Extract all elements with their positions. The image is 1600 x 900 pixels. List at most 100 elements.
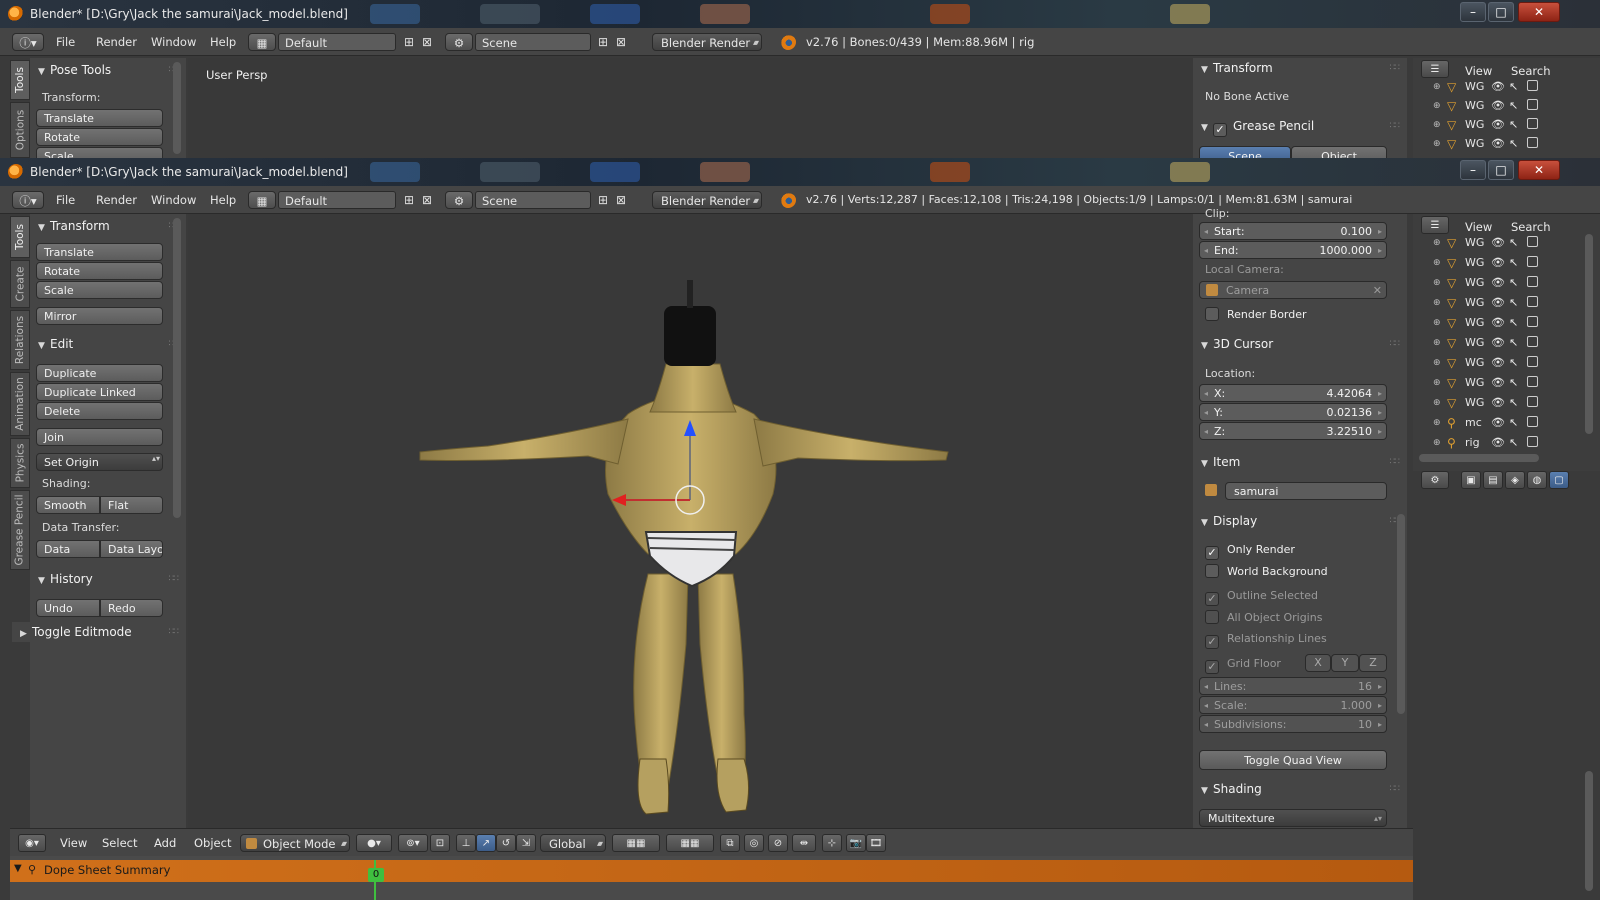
outliner-row[interactable]: ⊕ ▽ WG 👁 ↖ — [1433, 78, 1563, 96]
viewport-top[interactable]: User Persp — [188, 58, 1193, 158]
minimize-button[interactable]: – — [1460, 160, 1486, 180]
toggle-editmode-header[interactable]: ▶ Toggle Editmode ∷∷ — [12, 622, 186, 642]
tab-physics[interactable]: Physics — [10, 438, 30, 488]
pose-tools-header[interactable]: ▼Pose Tools∷∷ — [30, 60, 186, 80]
cursor-x-field[interactable]: ◂ X: 4.42064 ▸ — [1199, 384, 1387, 402]
outliner-row[interactable]: ⊕ ▽ WG 👁 ↖ — [1433, 394, 1563, 412]
edit-panel-header[interactable]: ▼Edit∷∷ — [30, 334, 186, 354]
outliner-row[interactable]: ⊕ ⚲ mc 👁 ↖ — [1433, 414, 1563, 432]
tab-animation[interactable]: Animation — [10, 372, 30, 436]
layout-field[interactable]: Default — [278, 33, 396, 51]
menu-file[interactable]: File — [56, 191, 75, 209]
outliner-editor-icon[interactable]: ☰ — [1421, 216, 1449, 234]
outliner-row[interactable]: ⊕ ▽ WG 👁 ↖ — [1433, 334, 1563, 352]
transform-panel-header[interactable]: ▼Transform∷∷ — [30, 216, 186, 236]
outliner-row[interactable]: ⊕ ▽ WG 👁 ↖ — [1433, 354, 1563, 372]
menu-select[interactable]: Select — [102, 834, 137, 852]
data-button[interactable]: Data — [36, 540, 100, 558]
relationship-lines-checkbox[interactable]: ✓ Relationship Lines — [1205, 630, 1327, 649]
maximize-button[interactable]: □ — [1488, 160, 1514, 180]
pivot-point-icon[interactable]: ⊚▾ — [398, 834, 428, 852]
cursor-y-field[interactable]: ◂ Y: 0.02136 ▸ — [1199, 403, 1387, 421]
screen-layout-icon[interactable]: ▦ — [248, 191, 276, 209]
menu-window[interactable]: Window — [151, 33, 196, 51]
scene-icon[interactable]: ⚙ — [445, 33, 473, 51]
local-camera-field[interactable]: Camera ✕ — [1199, 281, 1387, 299]
menu-object[interactable]: Object — [194, 834, 231, 852]
orientation-dropdown[interactable]: Global — [540, 834, 606, 853]
translate-button[interactable]: Translate — [36, 243, 163, 261]
grid-subdivisions-field[interactable]: ◂ Subdivisions: 10 ▸ — [1199, 715, 1387, 733]
world-tab-icon[interactable]: ◍ — [1527, 471, 1547, 489]
outline-selected-checkbox[interactable]: ✓ Outline Selected — [1205, 587, 1318, 606]
tab-tools[interactable]: Tools — [10, 216, 30, 258]
grid-floor-checkbox[interactable]: ✓ Grid Floor — [1205, 655, 1281, 674]
properties-scrollbar[interactable] — [1397, 514, 1405, 714]
grid-scale-field[interactable]: ◂ Scale: 1.000 ▸ — [1199, 696, 1387, 714]
properties-editor-scrollbar[interactable] — [1585, 771, 1593, 891]
layers-tab-icon[interactable]: ▤ — [1483, 471, 1503, 489]
rotate-button[interactable]: Rotate — [36, 128, 163, 146]
outliner-row[interactable]: ⊕ ▽ WG 👁 ↖ — [1433, 254, 1563, 272]
delete-button[interactable]: Delete — [36, 402, 163, 420]
scale-button[interactable]: Scale — [36, 147, 163, 158]
close-button[interactable]: ✕ — [1518, 2, 1560, 22]
outliner-row[interactable]: ⊕ ▽ WG 👁 ↖ — [1433, 374, 1563, 392]
data-layout-button[interactable]: Data Layo — [100, 540, 163, 558]
editor-type-info-icon[interactable]: ⓘ▾ — [12, 191, 44, 209]
clip-end-field[interactable]: ◂ End: 1000.000 ▸ — [1199, 241, 1387, 259]
tool-shelf-scrollbar[interactable] — [173, 218, 181, 518]
manipulator-icon[interactable]: ⊡ — [430, 834, 450, 852]
grease-scene-tab[interactable]: Scene — [1199, 146, 1291, 158]
snap-element-icon[interactable]: ⇹ — [792, 834, 816, 852]
tab-tools[interactable]: Tools — [10, 60, 30, 100]
snap-icon[interactable]: ⊘ — [768, 834, 788, 852]
display-panel-header[interactable]: ▼ Display ∷∷ — [1193, 511, 1407, 531]
layer-lock-icon[interactable]: ⧉ — [720, 834, 740, 852]
maximize-button[interactable]: □ — [1488, 2, 1514, 22]
grid-lines-field[interactable]: ◂ Lines: 16 ▸ — [1199, 677, 1387, 695]
proportional-edit-icon[interactable]: ◎ — [744, 834, 764, 852]
expand-icon[interactable]: ▼ — [14, 863, 22, 874]
outliner-row[interactable]: ⊕ ▽ WG 👁 ↖ — [1433, 314, 1563, 332]
scene-field[interactable]: Scene — [475, 33, 591, 51]
add-layout-icon[interactable]: ⊞ — [400, 191, 418, 209]
menu-file[interactable]: File — [56, 33, 75, 51]
add-layout-icon[interactable]: ⊞ — [400, 33, 418, 51]
shading-panel-header[interactable]: ▼ Shading ∷∷ — [1193, 779, 1407, 799]
screen-layout-icon[interactable]: ▦ — [248, 33, 276, 51]
layers-grid-2-icon[interactable]: ▦▦ — [666, 834, 714, 852]
menu-window[interactable]: Window — [151, 191, 196, 209]
tab-options[interactable]: Options — [10, 102, 30, 158]
manipulator-toggle-icon[interactable]: ⊥ — [456, 834, 476, 852]
history-panel-header[interactable]: ▼ History ∷∷ — [30, 569, 186, 589]
tool-shelf-scrollbar[interactable] — [173, 62, 181, 154]
mirror-button[interactable]: Mirror — [36, 307, 163, 325]
minimize-button[interactable]: – — [1460, 2, 1486, 22]
undo-button[interactable]: Undo — [36, 599, 100, 617]
layout-field[interactable]: Default — [278, 191, 396, 209]
all-object-origins-checkbox[interactable]: All Object Origins — [1205, 609, 1322, 627]
remove-scene-icon[interactable]: ⊠ — [612, 191, 630, 209]
grease-pencil-header[interactable]: ▼ ✓ Grease Pencil ∷∷ — [1193, 116, 1407, 137]
duplicate-linked-button[interactable]: Duplicate Linked — [36, 383, 163, 401]
cursor-z-field[interactable]: ◂ Z: 3.22510 ▸ — [1199, 422, 1387, 440]
close-button[interactable]: ✕ — [1518, 160, 1560, 180]
world-background-checkbox[interactable]: World Background — [1205, 563, 1328, 581]
clip-start-field[interactable]: ◂ Start: 0.100 ▸ — [1199, 222, 1387, 240]
scene-field[interactable]: Scene — [475, 191, 591, 209]
render-animation-icon[interactable]: 🎞 — [866, 834, 886, 852]
flat-button[interactable]: Flat — [100, 496, 163, 514]
editor-type-3d-icon[interactable]: ◉▾ — [18, 834, 46, 852]
remove-layout-icon[interactable]: ⊠ — [418, 33, 436, 51]
tab-create[interactable]: Create — [10, 260, 30, 308]
join-button[interactable]: Join — [36, 428, 163, 446]
object-tab-icon[interactable]: ▢ — [1549, 471, 1569, 489]
menu-render[interactable]: Render — [96, 191, 137, 209]
viewport-shading-icon[interactable]: ●▾ — [356, 834, 392, 852]
render-image-icon[interactable]: 📷 — [846, 834, 866, 852]
add-scene-icon[interactable]: ⊞ — [594, 191, 612, 209]
only-render-checkbox[interactable]: ✓ Only Render — [1205, 541, 1295, 560]
grid-axis-x-toggle[interactable]: X — [1305, 654, 1331, 672]
scene-icon[interactable]: ⚙ — [445, 191, 473, 209]
